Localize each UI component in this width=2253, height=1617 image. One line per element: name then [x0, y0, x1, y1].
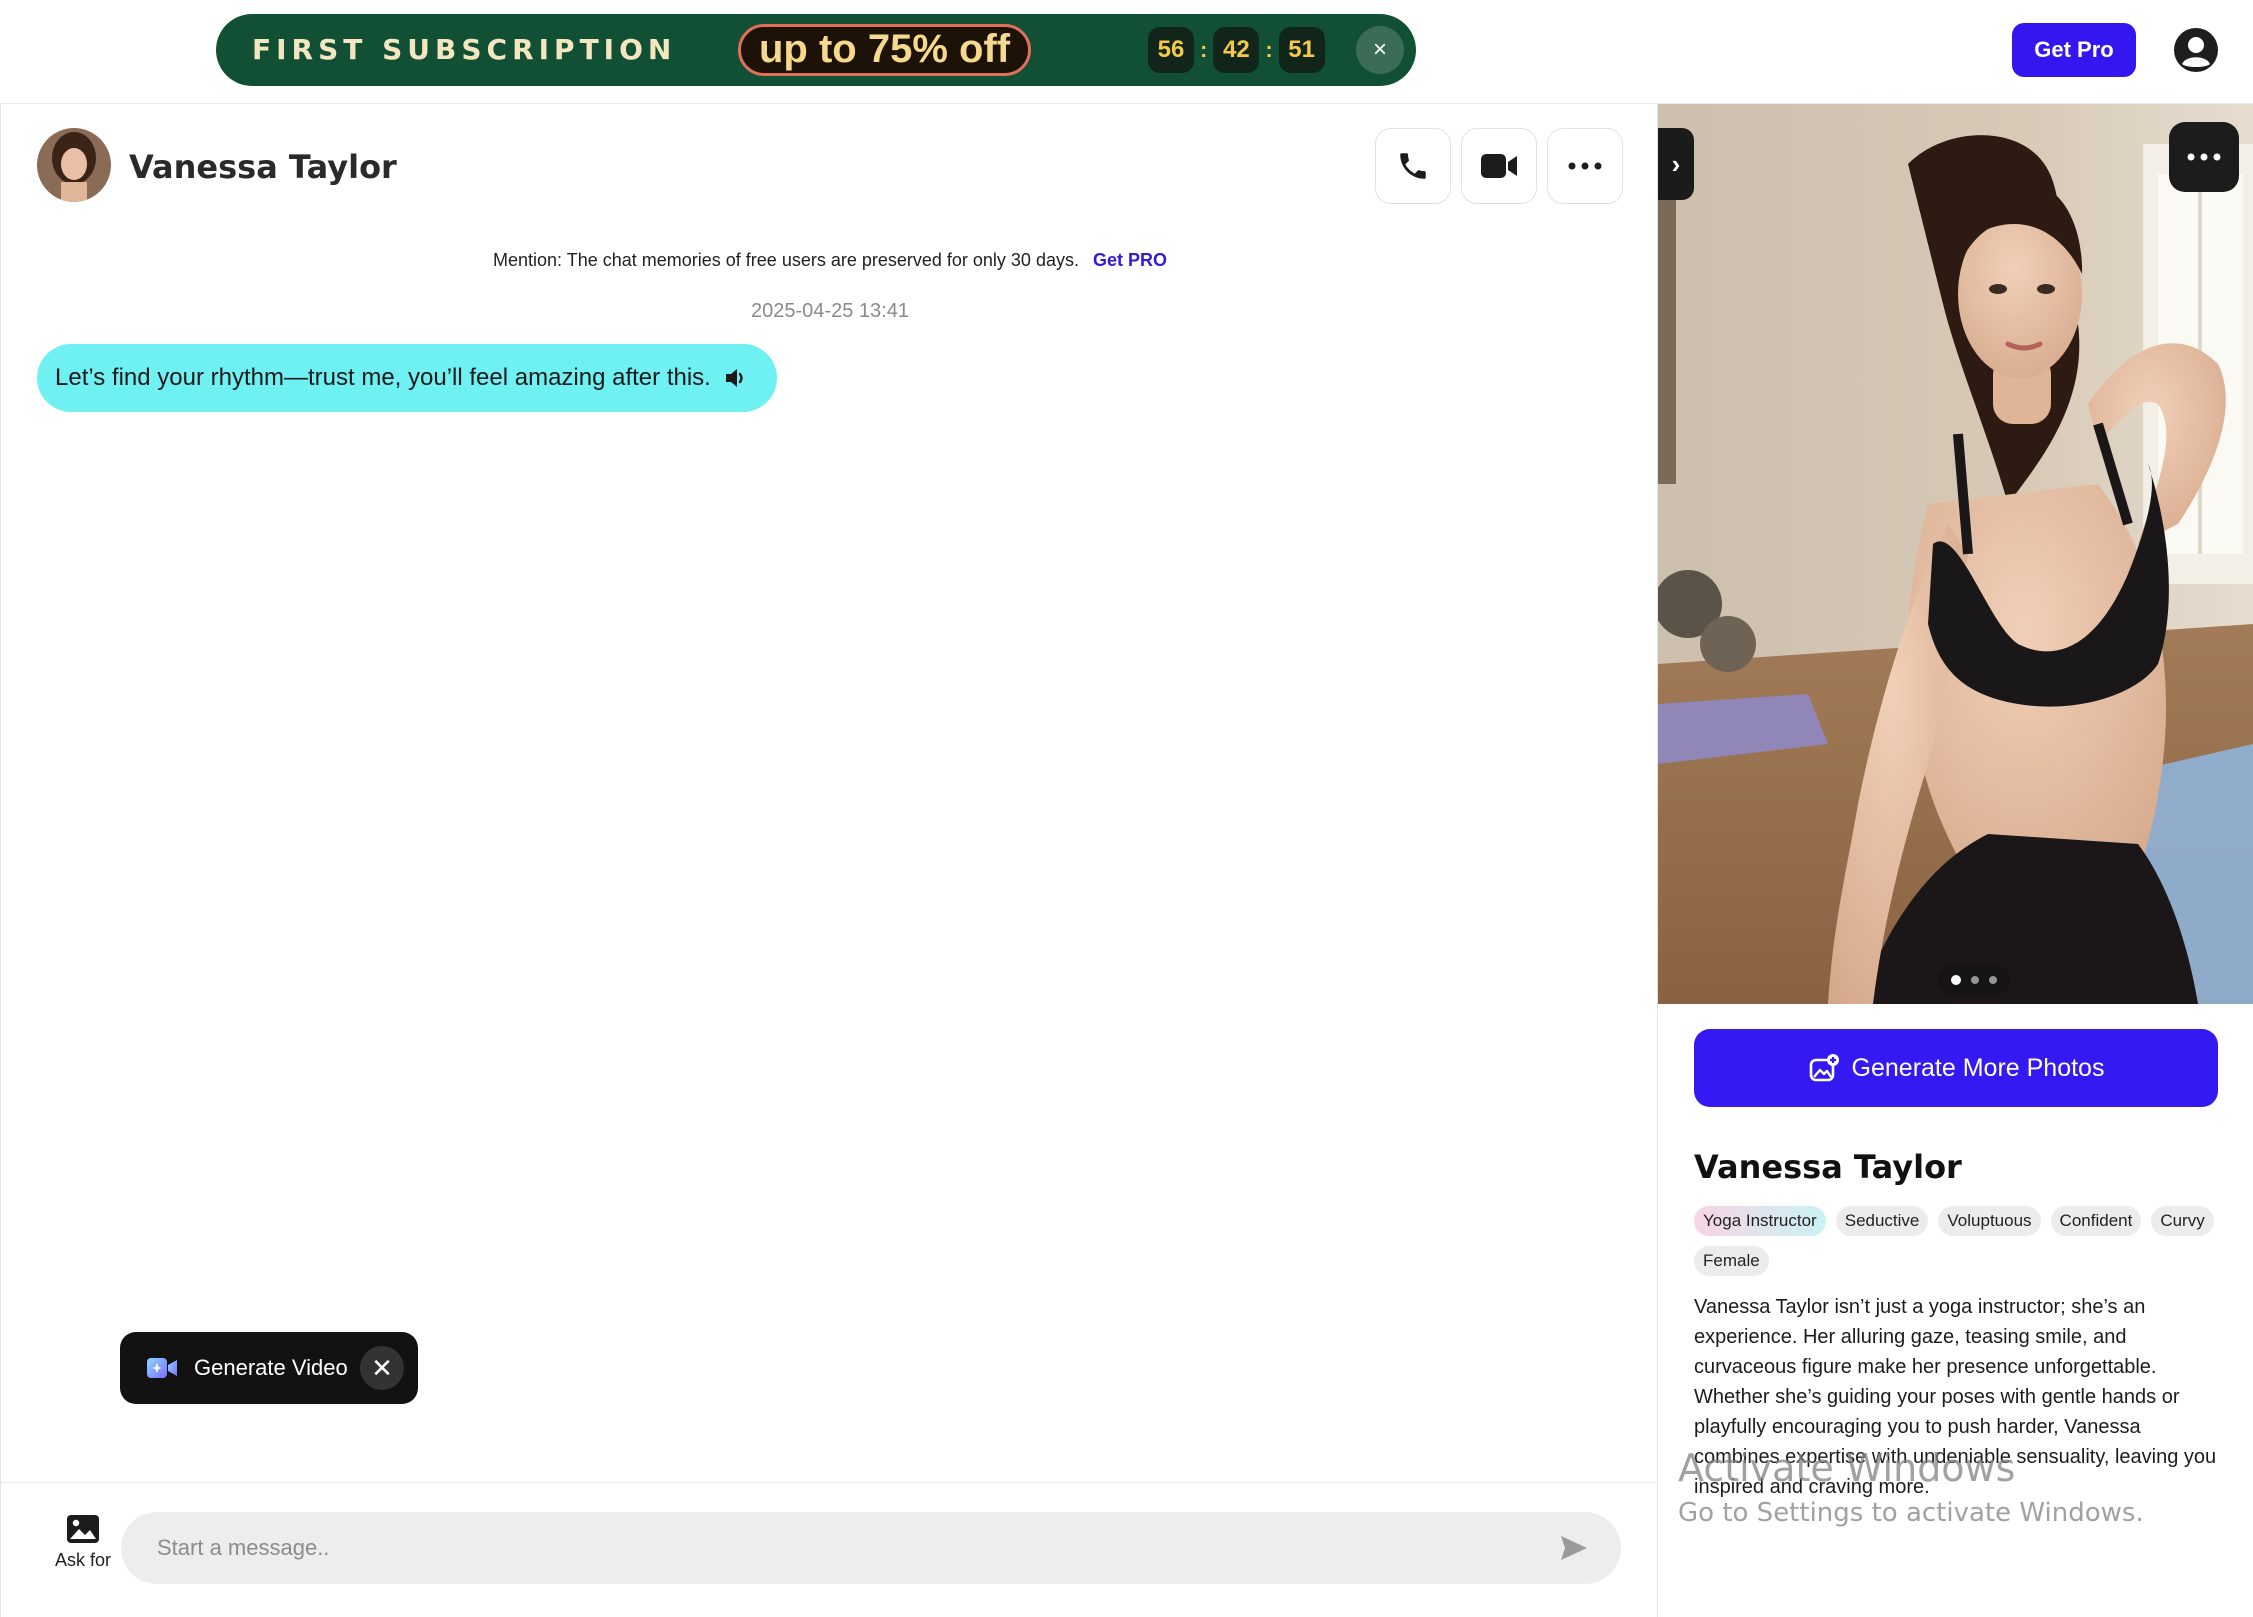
- character-photo[interactable]: ›: [1658, 104, 2253, 1004]
- generate-video-close-button[interactable]: ✕: [360, 1346, 404, 1390]
- user-circle-icon[interactable]: [2172, 26, 2220, 74]
- avatar[interactable]: [37, 128, 111, 202]
- video-sparkle-icon: [147, 1358, 177, 1378]
- get-pro-link[interactable]: Get PRO: [1093, 250, 1167, 270]
- message-composer[interactable]: [121, 1512, 1621, 1584]
- promo-close-button[interactable]: ×: [1356, 26, 1404, 74]
- more-horizontal-icon: [2187, 153, 2221, 161]
- tag: Voluptuous: [1938, 1206, 2041, 1236]
- timer-minutes: 42: [1213, 27, 1260, 73]
- promo-title: FIRST SUBSCRIPTION: [252, 33, 677, 66]
- add-photo-icon: [1809, 1054, 1839, 1082]
- generate-more-photos-label: Generate More Photos: [1851, 1053, 2105, 1082]
- image-icon: [67, 1515, 99, 1543]
- ask-for-photo-button[interactable]: Ask for: [47, 1514, 119, 1571]
- ask-for-label: Ask for: [54, 1550, 111, 1570]
- generate-more-photos-button[interactable]: Generate More Photos: [1694, 1029, 2218, 1107]
- personality-tags: Yoga Instructor Seductive Voluptuous Con…: [1694, 1206, 2224, 1276]
- timer-separator: :: [1200, 37, 1208, 62]
- mention-text: Mention: The chat memories of free users…: [493, 250, 1079, 270]
- watermark-line-1: Activate Windows: [1678, 1446, 2016, 1490]
- timer-seconds: 51: [1278, 27, 1325, 73]
- chat-more-options-button[interactable]: [1547, 128, 1623, 204]
- photo-more-options-button[interactable]: [2169, 122, 2239, 192]
- composer-divider: [1, 1482, 1659, 1483]
- message-text: Let’s find your rhythm—trust me, you’ll …: [55, 364, 711, 391]
- character-profile-panel: › Generate More Photos Vanessa Taylor Yo…: [1658, 104, 2253, 1617]
- get-pro-button[interactable]: Get Pro: [2012, 23, 2136, 77]
- send-icon[interactable]: [1559, 1534, 1589, 1562]
- subscription-promo-banner[interactable]: FIRST SUBSCRIPTION up to 75% off 56 : 42…: [216, 14, 1416, 86]
- collapse-panel-button[interactable]: ›: [1658, 128, 1694, 200]
- promo-discount-badge: up to 75% off: [738, 24, 1032, 76]
- top-bar: FIRST SUBSCRIPTION up to 75% off 56 : 42…: [0, 0, 2253, 104]
- tag: Curvy: [2151, 1206, 2214, 1236]
- more-horizontal-icon: [1568, 162, 1602, 170]
- tag: Seductive: [1835, 1206, 1929, 1236]
- pagination-dot[interactable]: [1951, 975, 1961, 985]
- tag: Yoga Instructor: [1694, 1206, 1826, 1236]
- pagination-dot[interactable]: [1971, 976, 1979, 984]
- message-input[interactable]: [157, 1512, 1537, 1584]
- tag: Female: [1694, 1246, 1769, 1276]
- memory-retention-notice: Mention: The chat memories of free users…: [1, 250, 1659, 271]
- phone-icon: [1400, 153, 1426, 179]
- pagination-dot[interactable]: [1989, 976, 1997, 984]
- watermark-line-2: Go to Settings to activate Windows.: [1678, 1498, 2144, 1528]
- speaker-icon[interactable]: [723, 365, 749, 391]
- message-timestamp: 2025-04-25 13:41: [751, 300, 909, 322]
- video-camera-icon: [1481, 154, 1517, 178]
- voice-call-button[interactable]: [1375, 128, 1451, 204]
- generate-video-button[interactable]: Generate Video ✕: [120, 1332, 418, 1404]
- chat-character-name: Vanessa Taylor: [129, 148, 397, 186]
- generate-video-label: Generate Video: [194, 1355, 348, 1380]
- character-message-bubble: Let’s find your rhythm—trust me, you’ll …: [37, 344, 777, 412]
- tag: Confident: [2050, 1206, 2142, 1236]
- timer-separator: :: [1265, 37, 1273, 62]
- promo-countdown-timer: 56 : 42 : 51: [1148, 27, 1325, 73]
- profile-name: Vanessa Taylor: [1694, 1148, 1962, 1186]
- timer-hours: 56: [1148, 27, 1194, 73]
- video-call-button[interactable]: [1461, 128, 1537, 204]
- windows-activation-watermark: Activate Windows Go to Settings to activ…: [1678, 1446, 2144, 1528]
- chat-header: Vanessa Taylor: [37, 128, 1627, 204]
- photo-pagination-dots[interactable]: [1938, 966, 2010, 994]
